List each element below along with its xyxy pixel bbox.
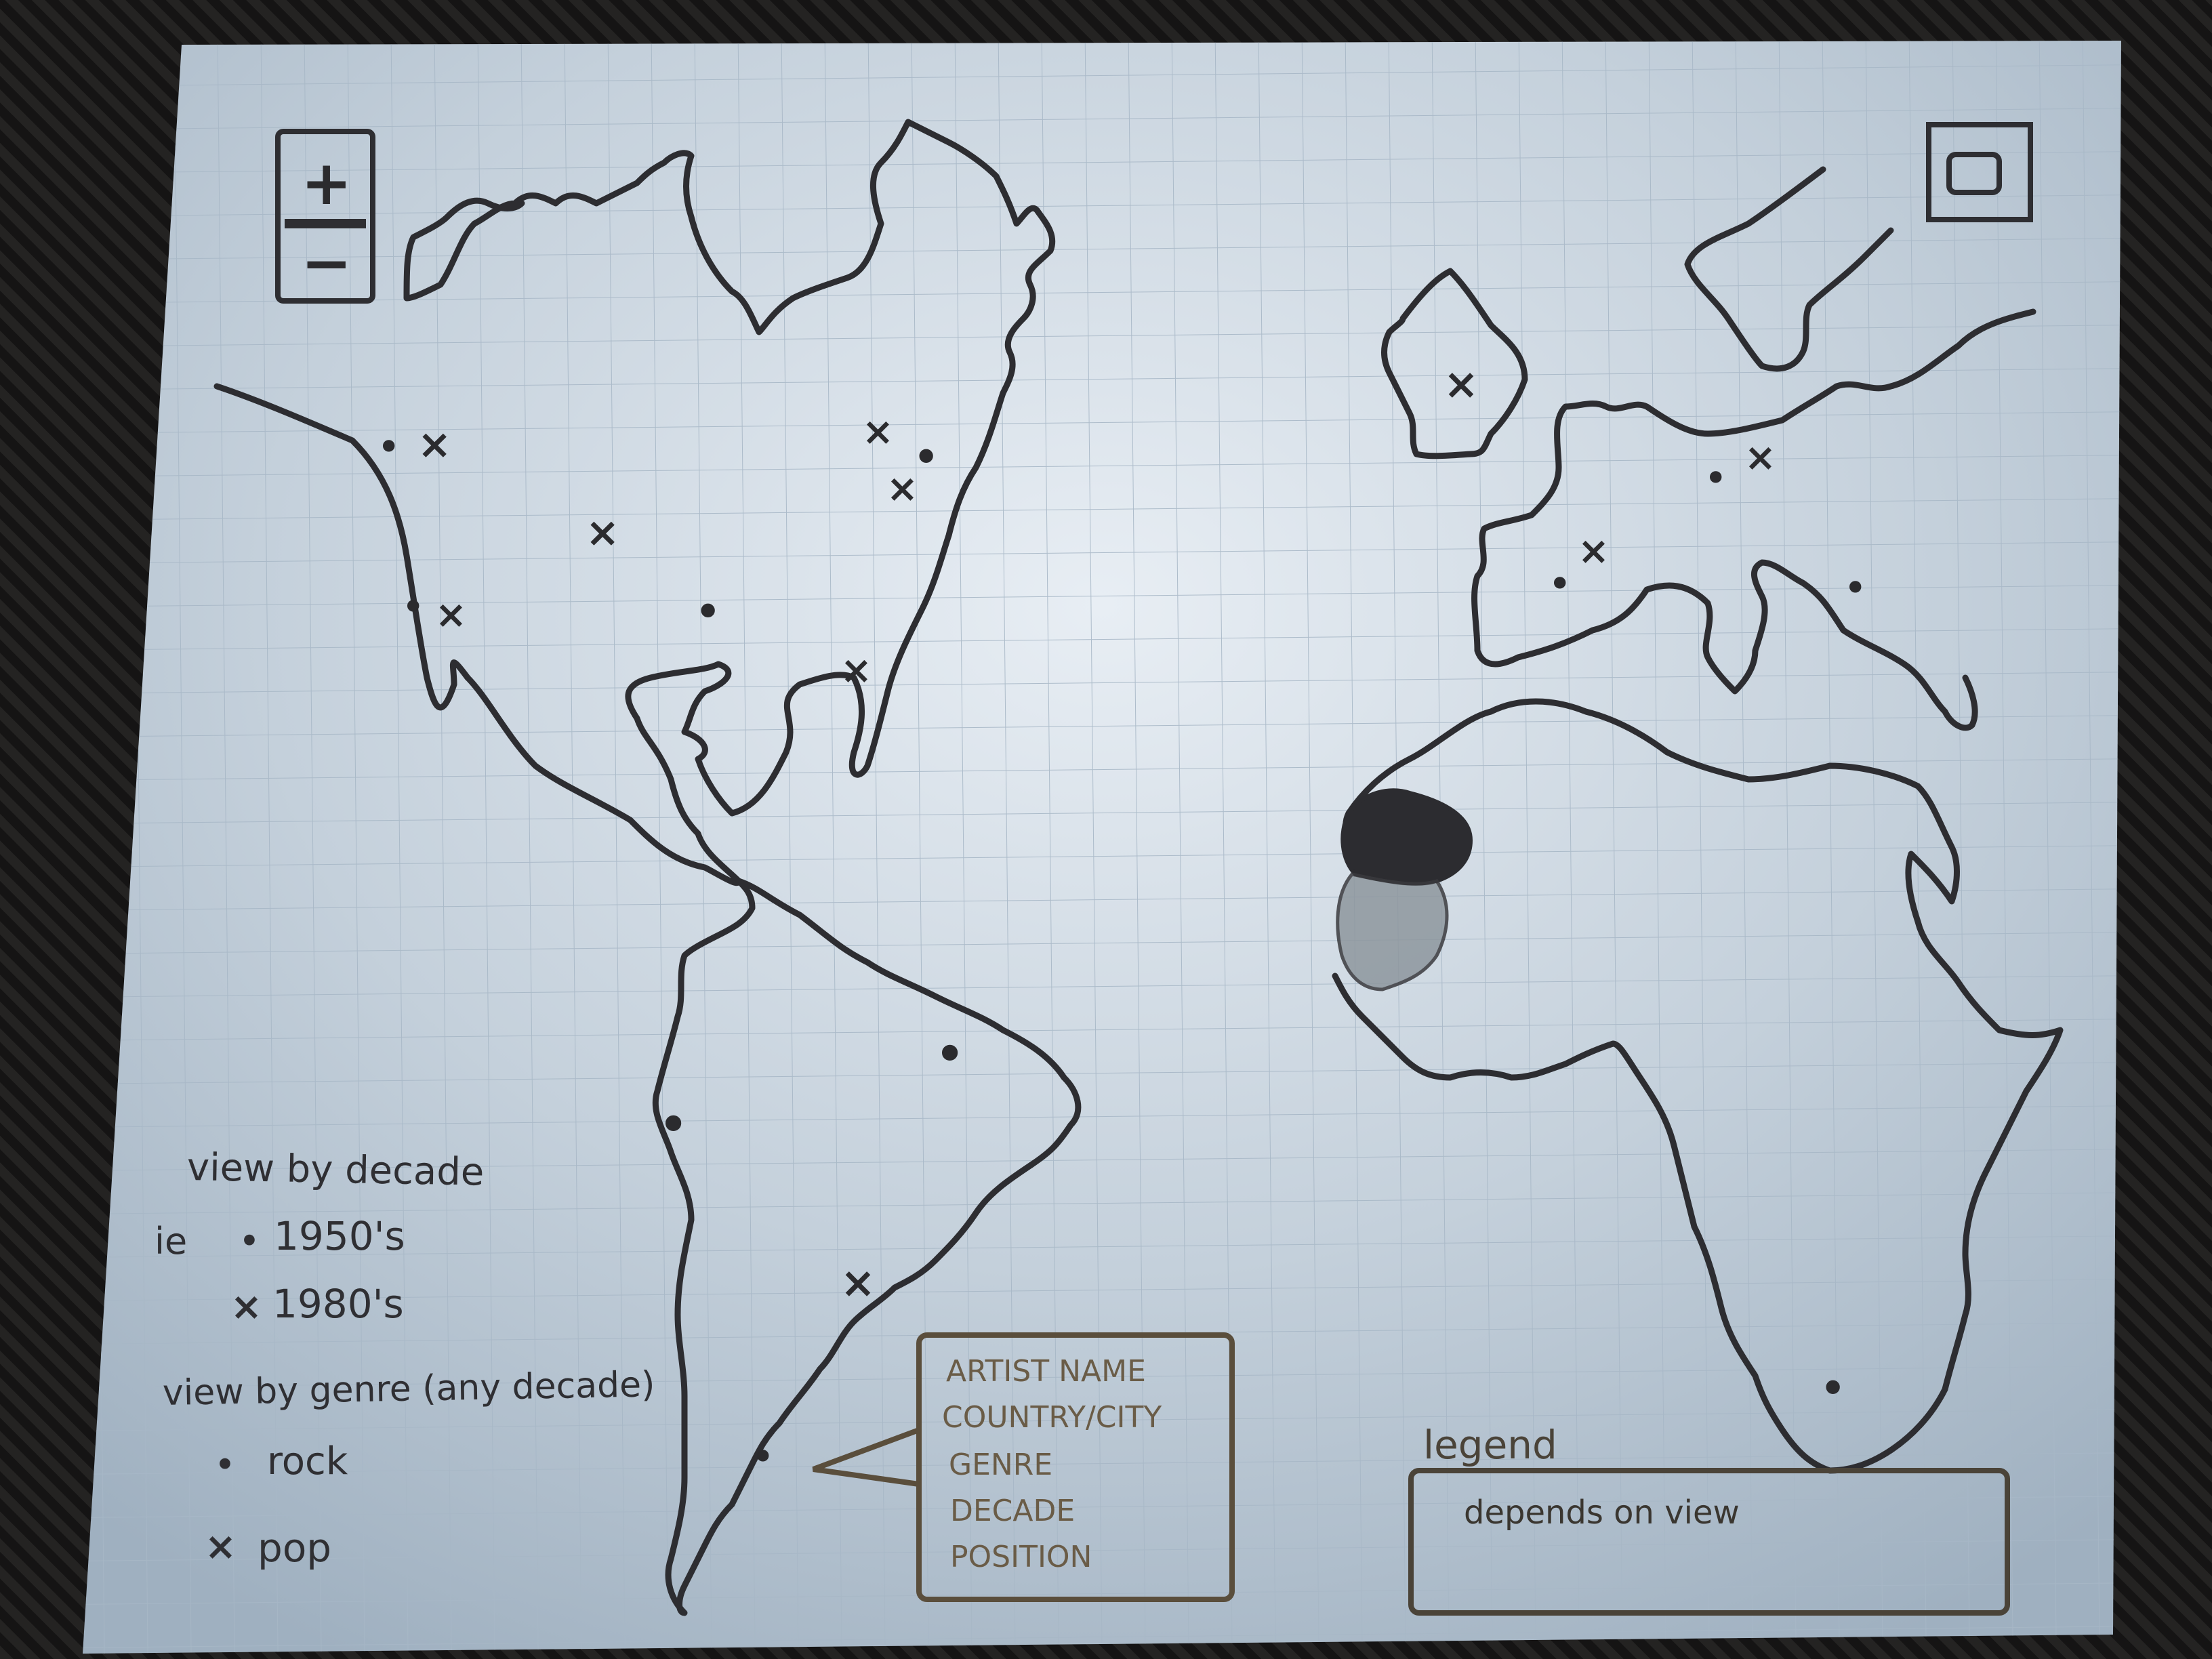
map-marker-dot[interactable]: • xyxy=(657,1098,689,1152)
map-marker-dot[interactable]: • xyxy=(1843,568,1867,609)
zoom-out-button[interactable]: − xyxy=(301,233,352,294)
map-marker-cross[interactable]: × xyxy=(1744,439,1776,477)
fullscreen-button[interactable] xyxy=(1929,125,2030,220)
popup-genre: GENRE xyxy=(949,1448,1053,1482)
decade-1950s-marker: • xyxy=(239,1220,260,1263)
map-marker-dot[interactable]: • xyxy=(377,427,401,468)
decade-1980s-label[interactable]: 1980's xyxy=(272,1281,404,1327)
popup-decade: DECADE xyxy=(950,1494,1076,1528)
legend-body: depends on view xyxy=(1464,1494,1740,1532)
map-marker-cross[interactable]: × xyxy=(840,1262,876,1304)
map-marker-dot[interactable]: • xyxy=(1704,458,1727,499)
genre-rock-marker: • xyxy=(214,1443,236,1486)
popup-position: POSITION xyxy=(950,1540,1092,1574)
map-marker-dot[interactable]: • xyxy=(1819,1365,1847,1412)
map-marker-cross[interactable]: × xyxy=(886,470,918,508)
legend-title: legend xyxy=(1423,1422,1557,1468)
view-by-genre-title[interactable]: view by genre (any decade) xyxy=(162,1364,655,1414)
artist-popup: ARTIST NAME COUNTRY/CITY GENRE DECADE PO… xyxy=(942,1354,1227,1591)
map-marker-dot[interactable]: • xyxy=(934,1027,966,1082)
view-by-decade-title[interactable]: view by decade xyxy=(186,1145,484,1195)
map-marker-cross[interactable]: × xyxy=(1578,533,1610,571)
map-marker-cross[interactable]: × xyxy=(417,424,451,465)
view-by-decade-prefix: ie xyxy=(155,1220,188,1263)
map-marker-dot[interactable]: • xyxy=(694,588,722,636)
zoom-in-button[interactable]: + xyxy=(301,153,352,214)
genre-pop-marker: × xyxy=(205,1525,237,1569)
map-marker-cross[interactable]: × xyxy=(586,512,619,553)
popup-country-city: COUNTRY/CITY xyxy=(942,1400,1162,1435)
decade-1950s-label[interactable]: 1950's xyxy=(274,1213,405,1259)
map-marker-dot[interactable]: • xyxy=(1548,564,1572,605)
genre-pop-label[interactable]: pop xyxy=(258,1525,331,1571)
decade-1980s-marker: × xyxy=(230,1285,262,1329)
popup-artist-name: ARTIST NAME xyxy=(946,1354,1146,1389)
map-marker-dot[interactable]: • xyxy=(751,1437,775,1477)
map-marker-cross[interactable]: × xyxy=(840,652,872,690)
map-marker-cross[interactable]: × xyxy=(435,596,467,634)
map-marker-cross[interactable]: × xyxy=(1443,363,1479,405)
genre-rock-label[interactable]: rock xyxy=(267,1439,348,1483)
map-marker-cross[interactable]: × xyxy=(862,413,894,451)
map-marker-dot[interactable]: • xyxy=(401,587,425,628)
